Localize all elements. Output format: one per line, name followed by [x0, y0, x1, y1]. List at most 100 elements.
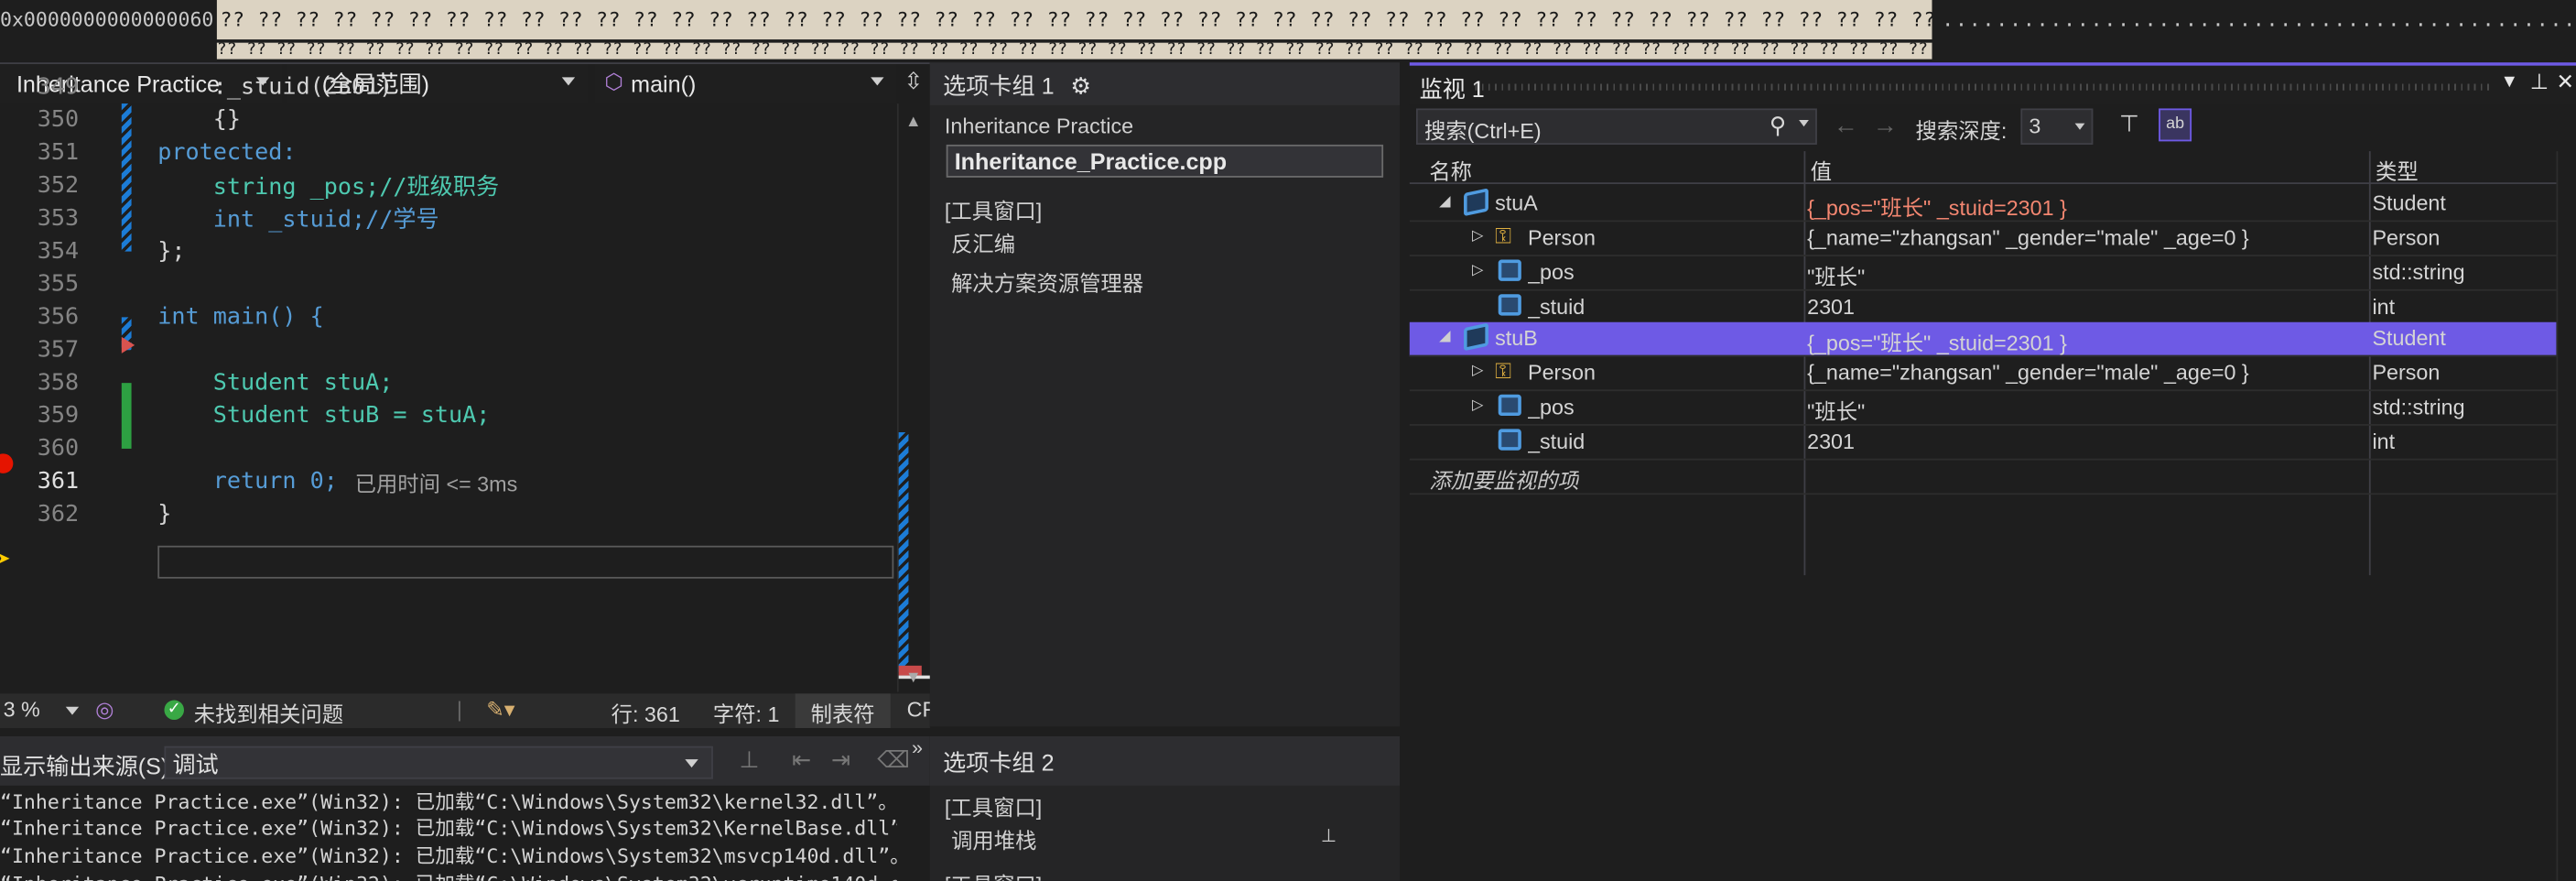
- code-editor[interactable]: Inheritance Practice (全局范围) ⬡ main() ⇳ ➤…: [0, 62, 937, 729]
- char-indicator[interactable]: 字符: 1: [713, 697, 780, 728]
- watch-name: _pos: [1528, 394, 1575, 419]
- prev-message-icon[interactable]: ⇤: [792, 746, 811, 775]
- expand-icon[interactable]: ▷: [1472, 362, 1483, 380]
- code-line[interactable]: 356 int main() {: [0, 300, 897, 333]
- pin-watch-icon[interactable]: ⊤: [2119, 110, 2139, 138]
- zoom-level[interactable]: 3 %: [4, 697, 40, 722]
- brush-icon[interactable]: ✎▾: [486, 697, 514, 723]
- col-type[interactable]: 类型: [2376, 155, 2419, 186]
- watch-scrollbar[interactable]: [2556, 151, 2576, 881]
- watch-row[interactable]: ◢ stuA {_pos="班长" _stuid=2301 } Student: [1409, 188, 2557, 223]
- search-icon[interactable]: ⚲: [1770, 112, 1786, 140]
- file-tab[interactable]: Inheritance_Practice.cpp: [946, 144, 1384, 178]
- line-number: 350: [37, 106, 80, 134]
- code-line[interactable]: 355: [0, 268, 897, 301]
- add-watch-hint: 添加要监视的项: [1429, 468, 1579, 494]
- watch-value[interactable]: 2301: [1807, 429, 2365, 453]
- memory-bytes-row2[interactable]: ?? ?? ?? ?? ?? ?? ?? ?? ?? ?? ?? ?? ?? ?…: [216, 42, 1932, 60]
- watch-value[interactable]: {_pos="班长" _stuid=2301 }: [1807, 190, 2365, 222]
- pin-icon[interactable]: ⊥: [2530, 69, 2549, 95]
- tab-solution-explorer[interactable]: 解决方案资源管理器: [951, 266, 1143, 298]
- watch-search-input[interactable]: 搜索(Ctrl+E) ⚲: [1415, 108, 1817, 145]
- search-depth-label: 搜索深度:: [1915, 118, 2008, 144]
- add-watch-row[interactable]: 添加要监视的项: [1409, 461, 2557, 495]
- back-arrow-icon[interactable]: ←: [1834, 112, 1858, 140]
- search-depth-select[interactable]: 3: [2020, 108, 2094, 145]
- watch-value[interactable]: "班长": [1807, 395, 2365, 426]
- code-line[interactable]: 351 protected:: [0, 136, 897, 169]
- object-icon: [1464, 322, 1488, 352]
- watch-title-bar[interactable]: 监视 1 ▼ ⊥ ✕: [1409, 65, 2576, 105]
- code-line[interactable]: 353 int _stuid;//学号: [0, 202, 897, 235]
- watch-row[interactable]: ▷ ⚿ Person {_name="zhangsan" _gender="ma…: [1409, 222, 2557, 256]
- indent-mode[interactable]: 制表符: [795, 693, 891, 729]
- scroll-up-icon[interactable]: ▲: [905, 114, 922, 132]
- watch-name: _stuid: [1528, 429, 1586, 454]
- chevron-down-icon: [2074, 123, 2085, 130]
- line-number: 360: [37, 435, 80, 462]
- code-line[interactable]: 349 :_stuid(2301): [0, 71, 897, 103]
- code-line[interactable]: 352 string _pos;//班级职务: [0, 169, 897, 202]
- code-line[interactable]: 359 Student stuB = stuA;: [0, 399, 897, 432]
- code-line[interactable]: 362}: [0, 498, 897, 531]
- watch-type: Student: [2372, 325, 2446, 351]
- tab-group-2-header[interactable]: 选项卡组 2: [929, 736, 1401, 786]
- tab-call-stack[interactable]: 调用堆栈: [951, 823, 1036, 854]
- code-line[interactable]: 358 Student stuA;: [0, 366, 897, 399]
- code-line[interactable]: 350 {}: [0, 103, 897, 136]
- watch-name: Person: [1528, 360, 1596, 385]
- expand-icon[interactable]: ▷: [1472, 227, 1483, 245]
- collapse-icon[interactable]: ◢: [1439, 327, 1450, 345]
- watch-row[interactable]: _stuid 2301 int: [1409, 426, 2557, 461]
- watch-value[interactable]: {_name="zhangsan" _gender="male" _age=0 …: [1807, 360, 2365, 385]
- memory-bytes[interactable]: ?? ?? ?? ?? ?? ?? ?? ?? ?? ?? ?? ?? ?? ?…: [216, 0, 1932, 40]
- watch-name: _pos: [1528, 259, 1575, 285]
- code-line[interactable]: 357: [0, 333, 897, 366]
- watch-name: stuA: [1495, 190, 1538, 216]
- gear-icon[interactable]: ⚙: [1070, 72, 1091, 99]
- watch-value[interactable]: "班长": [1807, 260, 2365, 291]
- code-line[interactable]: 360: [0, 432, 897, 465]
- hex-display-icon[interactable]: ab: [2159, 108, 2192, 142]
- expand-icon[interactable]: ▷: [1472, 397, 1483, 415]
- overflow-icon[interactable]: »: [912, 736, 923, 759]
- tab-disassembly[interactable]: 反汇编: [951, 227, 1015, 258]
- output-source-select[interactable]: 调试: [164, 745, 713, 779]
- watch-value[interactable]: 2301: [1807, 294, 2365, 319]
- chevron-down-icon[interactable]: [1799, 120, 1809, 127]
- line-indicator[interactable]: 行: 361: [612, 697, 680, 728]
- watch-row-selected[interactable]: ◢ stuB {_pos="班长" _stuid=2301 } Student: [1409, 321, 2557, 357]
- col-value[interactable]: 值: [1811, 155, 1832, 186]
- watch-row[interactable]: _stuid 2301 int: [1409, 291, 2557, 326]
- close-icon[interactable]: ✕: [2556, 69, 2574, 95]
- collapse-icon[interactable]: ◢: [1439, 192, 1450, 211]
- scroll-down-icon[interactable]: ▼: [905, 669, 922, 687]
- watch-value[interactable]: {_pos="班长" _stuid=2301 }: [1807, 325, 2365, 356]
- watch-row[interactable]: ▷ _pos "班长" std::string: [1409, 256, 2557, 291]
- col-name[interactable]: 名称: [1429, 155, 1472, 186]
- window-position-dropdown-icon[interactable]: ▼: [2500, 72, 2518, 92]
- pin-icon[interactable]: ⊥: [1321, 825, 1337, 847]
- title-grip[interactable]: [1475, 83, 2491, 91]
- line-number: 362: [37, 501, 80, 528]
- tab-group-1-header[interactable]: 选项卡组 1 ⚙: [929, 62, 1401, 105]
- intellicode-icon[interactable]: ◎: [95, 697, 114, 723]
- line-number: 349: [37, 73, 80, 101]
- code-line-current[interactable]: 361 return 0; 已用时间 <= 3ms: [0, 465, 897, 498]
- chevron-down-icon[interactable]: [65, 706, 80, 715]
- watch-row[interactable]: ▷ _pos "班长" std::string: [1409, 391, 2557, 426]
- find-message-icon[interactable]: ⊥: [740, 746, 760, 775]
- clear-all-icon[interactable]: ⌫: [877, 746, 910, 775]
- editor-scrollbar[interactable]: ▲ ▼: [896, 103, 932, 692]
- watch-toolbar: 搜索(Ctrl+E) ⚲ ← → 搜索深度: 3 ⊤ ab: [1410, 105, 2576, 151]
- watch-value[interactable]: {_name="zhangsan" _gender="male" _age=0 …: [1807, 225, 2365, 250]
- expand-icon[interactable]: ▷: [1472, 261, 1483, 279]
- next-message-icon[interactable]: ⇥: [831, 746, 850, 775]
- issues-status[interactable]: 未找到相关问题: [194, 697, 343, 728]
- line-number: 356: [37, 304, 80, 331]
- code-line[interactable]: 354};: [0, 235, 897, 268]
- split-editor-button[interactable]: ⇳: [900, 68, 926, 101]
- forward-arrow-icon[interactable]: →: [1873, 112, 1898, 140]
- watch-type: Student: [2372, 190, 2446, 216]
- watch-row[interactable]: ▷ ⚿ Person {_name="zhangsan" _gender="ma…: [1409, 356, 2557, 392]
